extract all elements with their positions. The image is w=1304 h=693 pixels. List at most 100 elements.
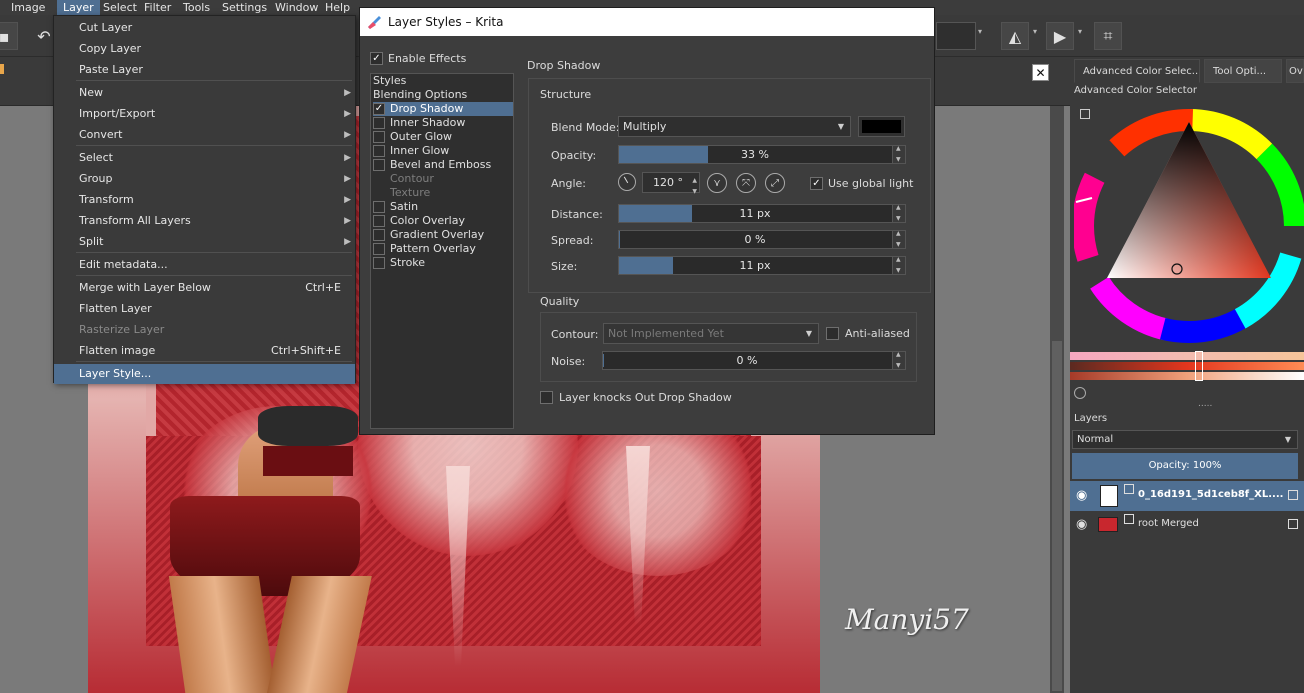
angle-spin-down[interactable]: ▼ xyxy=(692,182,697,201)
size-spinner[interactable] xyxy=(892,256,905,274)
tab-overview[interactable]: Ov xyxy=(1286,59,1304,83)
chevron-down-icon[interactable]: ▾ xyxy=(1078,27,1082,36)
lock-icon[interactable] xyxy=(1288,519,1298,529)
menu-item-convert[interactable]: Convert ▶ xyxy=(54,125,355,145)
menu-item-split[interactable]: Split ▶ xyxy=(54,232,355,252)
style-checkbox[interactable] xyxy=(373,201,385,213)
style-item-drop-shadow[interactable]: ✓ Drop Shadow xyxy=(373,102,513,116)
menu-item-flatten-image[interactable]: Flatten image Ctrl+Shift+E xyxy=(54,341,355,361)
distance-slider[interactable]: 11 px xyxy=(618,204,906,223)
menu-item-flatten-layer[interactable]: Flatten Layer xyxy=(54,299,355,319)
color-strip-handle[interactable] xyxy=(1195,351,1203,381)
menu-image[interactable]: Image xyxy=(5,0,51,15)
layer-opacity-slider[interactable]: Opacity: 100% xyxy=(1072,453,1298,479)
menu-window[interactable]: Window xyxy=(269,0,324,15)
close-icon[interactable]: ✕ xyxy=(1032,64,1049,81)
style-item-outer-glow[interactable]: Outer Glow xyxy=(373,130,452,144)
style-checkbox[interactable] xyxy=(373,159,385,171)
style-checkbox[interactable] xyxy=(373,145,385,157)
style-checkbox[interactable] xyxy=(373,257,385,269)
menu-help[interactable]: Help xyxy=(319,0,356,15)
menu-item-select[interactable]: Select ▶ xyxy=(54,148,355,168)
menu-item-import-export[interactable]: Import/Export ▶ xyxy=(54,104,355,124)
blend-mode-select[interactable]: Multiply ▼ xyxy=(618,116,851,137)
layer-name[interactable]: 0_16d191_5d1ceb8f_XL.... xyxy=(1138,489,1283,500)
menu-filter[interactable]: Filter xyxy=(138,0,177,15)
angle-input[interactable]: 120 ° ▲ ▼ xyxy=(642,172,700,195)
style-checkbox[interactable] xyxy=(373,215,385,227)
menu-item-new[interactable]: New ▶ xyxy=(54,83,355,103)
style-item-gradient-overlay[interactable]: Gradient Overlay xyxy=(373,228,484,242)
style-item-stroke[interactable]: Stroke xyxy=(373,256,425,270)
angle-preset-2-icon[interactable]: ⤧ xyxy=(736,173,756,193)
anti-aliased-row[interactable]: Anti-aliased xyxy=(826,327,910,340)
menu-item-paste-layer[interactable]: Paste Layer xyxy=(54,60,355,80)
noise-spinner[interactable] xyxy=(892,351,905,369)
style-item-pattern-overlay[interactable]: Pattern Overlay xyxy=(373,242,476,256)
use-global-light-checkbox[interactable]: ✓ xyxy=(810,177,823,190)
enable-effects-row[interactable]: ✓ Enable Effects xyxy=(370,52,466,65)
style-item-bevel-and-emboss[interactable]: Bevel and Emboss xyxy=(373,158,491,172)
style-checkbox[interactable]: ✓ xyxy=(373,103,385,115)
style-item-inner-glow[interactable]: Inner Glow xyxy=(373,144,449,158)
opacity-spinner[interactable] xyxy=(892,145,905,163)
menu-item-edit-metadata[interactable]: Edit metadata... xyxy=(54,255,355,275)
layer-row[interactable]: ◉ root Merged xyxy=(1070,511,1304,539)
chevron-down-icon[interactable]: ▾ xyxy=(978,27,982,36)
layer-row-selected[interactable]: ◉ 0_16d191_5d1ceb8f_XL.... xyxy=(1070,481,1304,511)
dialog-title-bar[interactable]: Layer Styles – Krita xyxy=(360,8,934,36)
menu-item-group[interactable]: Group ▶ xyxy=(54,169,355,189)
scrollbar-thumb[interactable] xyxy=(1052,341,1062,691)
menu-item-copy-layer[interactable]: Copy Layer xyxy=(54,39,355,59)
lock-icon[interactable] xyxy=(1288,490,1298,500)
layer-blend-mode-select[interactable]: Normal ▼ xyxy=(1072,430,1298,449)
noise-slider[interactable]: 0 % xyxy=(602,351,906,370)
layer-name[interactable]: root Merged xyxy=(1138,518,1199,529)
knocks-out-row[interactable]: Layer knocks Out Drop Shadow xyxy=(540,391,732,404)
color-strip-2[interactable] xyxy=(1070,362,1304,370)
eye-icon[interactable]: ◉ xyxy=(1076,488,1087,503)
tab-advanced-color-selector[interactable]: Advanced Color Selec... xyxy=(1074,59,1200,83)
crop-icon[interactable]: ⌗ xyxy=(1094,22,1122,50)
chevron-down-icon[interactable]: ▾ xyxy=(1033,27,1037,36)
style-checkbox[interactable] xyxy=(373,243,385,255)
shadow-color-button[interactable] xyxy=(858,116,905,137)
use-global-light-row[interactable]: ✓ Use global light xyxy=(810,177,913,190)
anti-aliased-checkbox[interactable] xyxy=(826,327,839,340)
menu-settings[interactable]: Settings xyxy=(216,0,273,15)
reset-color-icon[interactable] xyxy=(1074,387,1086,399)
canvas-scrollbar[interactable] xyxy=(1050,106,1064,693)
color-wheel[interactable] xyxy=(1074,102,1304,357)
mirror-vertical-icon[interactable]: ▶ xyxy=(1046,22,1074,50)
color-strip-1[interactable] xyxy=(1070,352,1304,360)
style-checkbox[interactable] xyxy=(373,131,385,143)
menu-item-cut-layer[interactable]: Cut Layer xyxy=(54,18,355,38)
save-icon[interactable]: ▪ xyxy=(0,22,18,50)
spread-spinner[interactable] xyxy=(892,230,905,248)
angle-preset-1-icon[interactable]: ⋎ xyxy=(707,173,727,193)
menu-item-transform[interactable]: Transform ▶ xyxy=(54,190,355,210)
menu-select[interactable]: Select xyxy=(97,0,143,15)
angle-dial[interactable] xyxy=(618,173,636,191)
menu-item-merge-with-layer-below[interactable]: Merge with Layer Below Ctrl+E xyxy=(54,278,355,298)
style-checkbox[interactable] xyxy=(373,117,385,129)
angle-preset-3-icon[interactable]: ⤢ xyxy=(765,173,785,193)
menu-item-layer-style[interactable]: Layer Style... xyxy=(54,364,355,384)
style-item-inner-shadow[interactable]: Inner Shadow xyxy=(373,116,465,130)
eye-icon[interactable]: ◉ xyxy=(1076,517,1087,532)
spread-slider[interactable]: 0 % xyxy=(618,230,906,249)
style-checkbox[interactable] xyxy=(373,229,385,241)
knocks-out-checkbox[interactable] xyxy=(540,391,553,404)
color-strip-3[interactable] xyxy=(1070,372,1304,380)
style-item-satin[interactable]: Satin xyxy=(373,200,418,214)
menu-item-transform-all-layers[interactable]: Transform All Layers ▶ xyxy=(54,211,355,231)
mirror-horizontal-icon[interactable]: ◭ xyxy=(1001,22,1029,50)
menu-tools[interactable]: Tools xyxy=(177,0,216,15)
enable-effects-checkbox[interactable]: ✓ xyxy=(370,52,383,65)
tab-tool-options[interactable]: Tool Opti... xyxy=(1204,59,1282,83)
opacity-slider[interactable]: 33 % xyxy=(618,145,906,164)
distance-spinner[interactable] xyxy=(892,204,905,222)
toolbar-spin-field[interactable] xyxy=(936,22,976,50)
resize-grip-icon[interactable]: ..... xyxy=(1198,399,1212,409)
styles-list[interactable]: Styles Blending Options ✓ Drop Shadow Inner … xyxy=(370,73,514,429)
